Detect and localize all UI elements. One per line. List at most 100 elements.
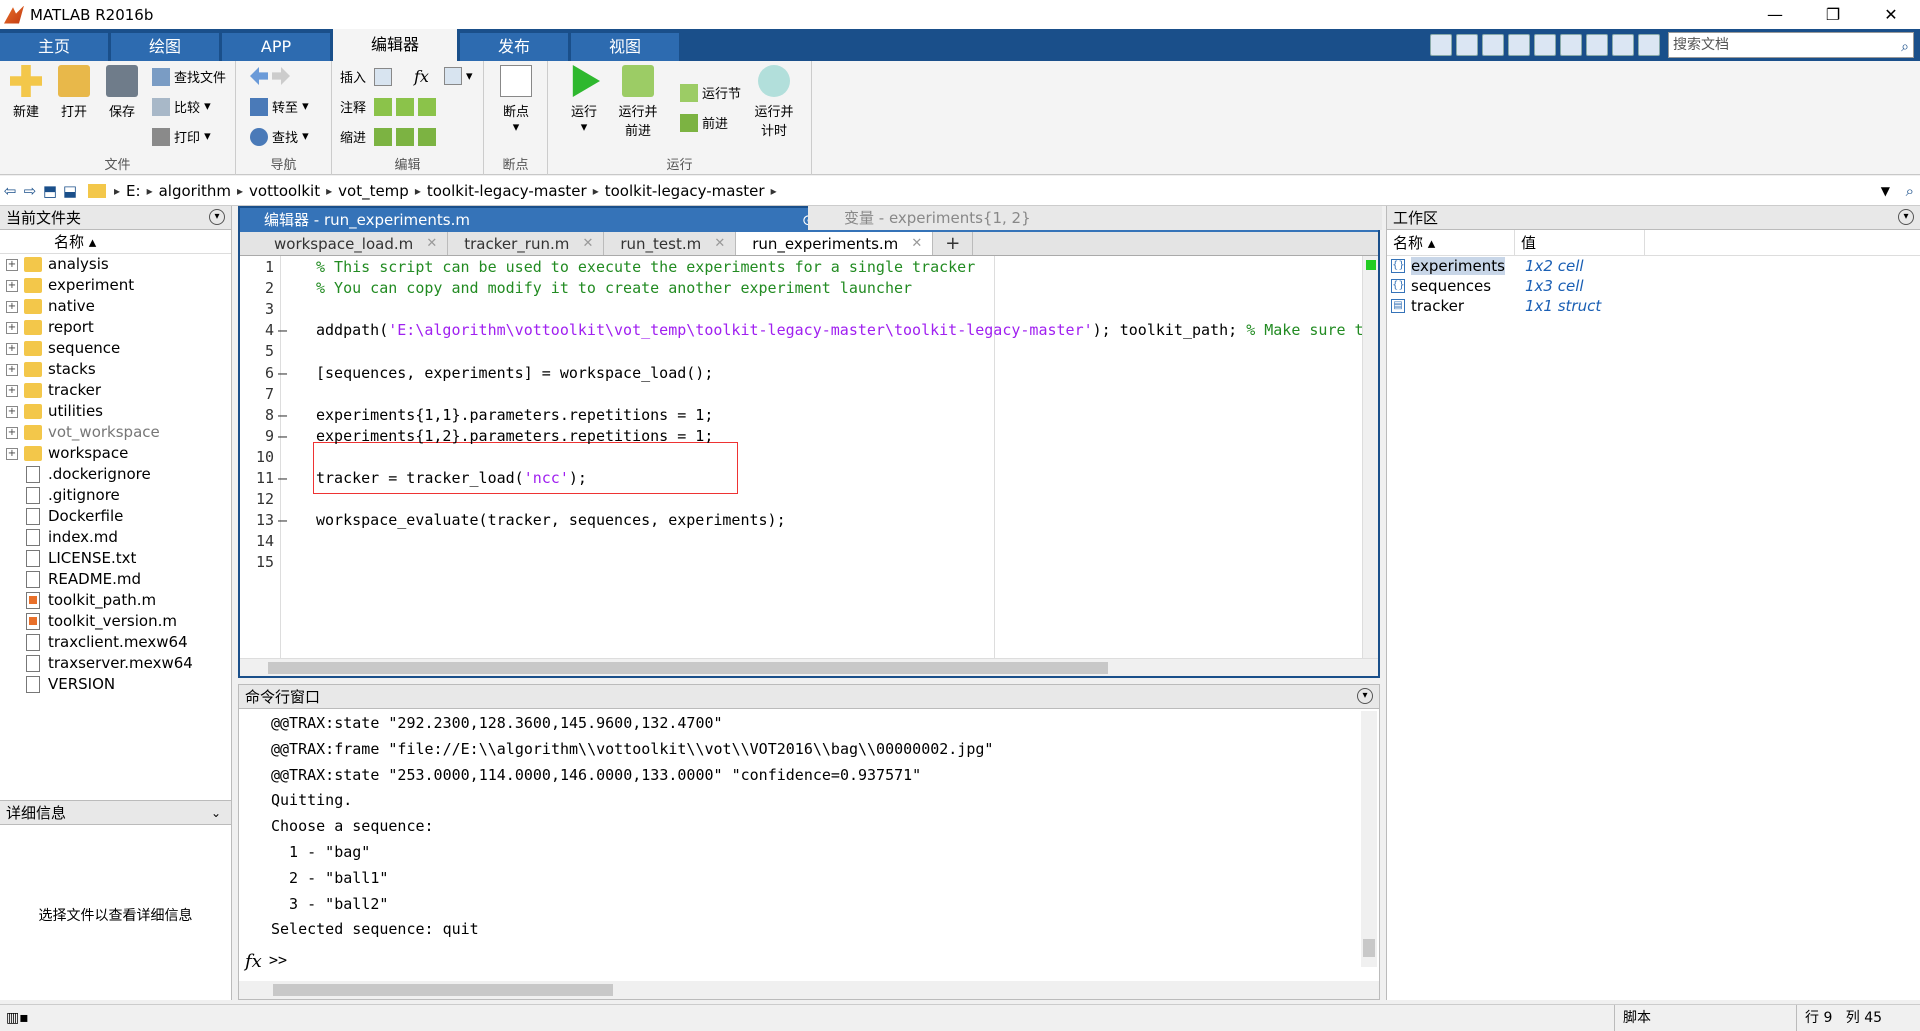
vertical-scrollbar[interactable]: [1362, 256, 1378, 660]
back-icon[interactable]: ⇦: [0, 182, 20, 200]
panel-actions-icon[interactable]: ▾: [1898, 209, 1914, 225]
goto-button[interactable]: 转至 ▾: [250, 97, 309, 116]
save-icon[interactable]: [1456, 34, 1478, 56]
run-section-button[interactable]: 运行节: [680, 83, 741, 102]
cut-icon[interactable]: [1482, 34, 1504, 56]
new-button[interactable]: 新建: [4, 65, 48, 120]
file-list-item[interactable]: toolkit_path.m: [0, 590, 231, 611]
file-list-item[interactable]: + analysis: [0, 254, 231, 275]
tab-plots[interactable]: 绘图: [111, 33, 219, 61]
breakpoint-marker[interactable]: —: [278, 469, 287, 487]
path-segment[interactable]: toolkit-legacy-master: [605, 182, 765, 200]
horizontal-scrollbar[interactable]: [240, 658, 1378, 676]
expand-icon[interactable]: +: [6, 447, 18, 460]
path-segment[interactable]: algorithm: [159, 182, 231, 200]
panel-actions-icon[interactable]: ▾: [209, 209, 225, 225]
file-list-item[interactable]: + experiment: [0, 275, 231, 296]
tab-home[interactable]: 主页: [0, 33, 108, 61]
expand-icon[interactable]: +: [6, 426, 18, 439]
path-dropdown-icon[interactable]: ▼: [1881, 184, 1890, 198]
file-tab-active[interactable]: run_experiments.m ✕: [736, 232, 934, 255]
vertical-scrollbar[interactable]: [1361, 711, 1377, 967]
path-segment[interactable]: E:: [126, 182, 141, 200]
run-button[interactable]: 运行 ▾: [562, 65, 606, 135]
expand-icon[interactable]: +: [6, 321, 18, 334]
browse-folder-icon[interactable]: ⬓: [60, 182, 80, 200]
expand-icon[interactable]: +: [6, 405, 18, 418]
search-icon[interactable]: ⌕: [1901, 35, 1909, 59]
fx-icon[interactable]: fx: [245, 951, 262, 972]
file-list-item[interactable]: toolkit_version.m: [0, 611, 231, 632]
expand-icon[interactable]: +: [6, 258, 18, 271]
find-button[interactable]: 查找 ▾: [250, 127, 309, 146]
compare-button[interactable]: 比较 ▾: [152, 97, 211, 116]
file-list-item[interactable]: VERSION: [0, 674, 231, 695]
code-line[interactable]: % This script can be used to execute the…: [316, 258, 975, 276]
code-line[interactable]: addpath('E:\algorithm\vottoolkit\vot_tem…: [316, 321, 1364, 339]
command-prompt[interactable]: >>: [269, 951, 287, 969]
save-button[interactable]: 保存: [100, 65, 144, 120]
up-folder-icon[interactable]: ⬒: [40, 182, 60, 200]
restore-button[interactable]: ❐: [1804, 0, 1862, 29]
file-list-item[interactable]: + vot_workspace: [0, 422, 231, 443]
panel-actions-icon[interactable]: ▾: [1357, 688, 1373, 704]
code-line[interactable]: [sequences, experiments] = workspace_loa…: [316, 364, 713, 382]
find-files-button[interactable]: 查找文件: [152, 67, 226, 86]
expand-icon[interactable]: +: [6, 363, 18, 376]
redo-icon[interactable]: [1586, 34, 1608, 56]
expand-icon[interactable]: +: [6, 384, 18, 397]
file-list-item[interactable]: + tracker: [0, 380, 231, 401]
file-tab[interactable]: workspace_load.m ✕: [258, 232, 449, 255]
copy-icon[interactable]: [1508, 34, 1530, 56]
name-column-header[interactable]: 名称 ▴: [0, 230, 231, 254]
details-header[interactable]: 详细信息 ⌄: [0, 801, 231, 825]
tab-publish[interactable]: 发布: [460, 33, 568, 61]
tab-apps[interactable]: APP: [222, 33, 330, 61]
code-line[interactable]: experiments{1,1}.parameters.repetitions …: [316, 406, 713, 424]
back-forward-buttons[interactable]: [250, 67, 294, 85]
code-line[interactable]: workspace_evaluate(tracker, sequences, e…: [316, 511, 786, 529]
name-column-header[interactable]: 名称 ▴: [1387, 230, 1515, 255]
fx-button[interactable]: fx: [414, 67, 429, 86]
breakpoint-marker[interactable]: —: [278, 511, 287, 529]
file-list-item[interactable]: + report: [0, 317, 231, 338]
breakpoints-button[interactable]: 断点 ▾: [494, 65, 538, 135]
undo-icon[interactable]: [1560, 34, 1582, 56]
new-tab-button[interactable]: +: [933, 232, 974, 255]
run-and-time-button[interactable]: 运行并 计时: [752, 65, 796, 139]
advance-button[interactable]: 前进: [680, 113, 728, 132]
breakpoint-marker[interactable]: —: [278, 427, 287, 445]
switch-windows-icon[interactable]: [1612, 34, 1634, 56]
minimize-button[interactable]: —: [1746, 0, 1804, 29]
expand-icon[interactable]: +: [6, 342, 18, 355]
insert-button[interactable]: 插入: [340, 67, 396, 86]
code-area[interactable]: 1 % This script can be used to execute th…: [240, 256, 1364, 660]
value-column-header[interactable]: 值: [1515, 230, 1645, 255]
horizontal-scrollbar[interactable]: [239, 981, 1379, 999]
forward-icon[interactable]: ⇨: [20, 182, 40, 200]
file-list-item[interactable]: + workspace: [0, 443, 231, 464]
search-docs-input[interactable]: 搜索文档 ⌕: [1668, 32, 1914, 58]
file-list-item[interactable]: .dockerignore: [0, 464, 231, 485]
code-line[interactable]: % You can copy and modify it to create a…: [316, 279, 912, 297]
help-icon[interactable]: [1638, 34, 1660, 56]
function-hints-button[interactable]: ▾: [444, 67, 473, 85]
file-tab[interactable]: run_test.m ✕: [604, 232, 737, 255]
close-button[interactable]: ✕: [1862, 0, 1920, 29]
workspace-variable-row[interactable]: {} experiments 1x2 cell: [1387, 256, 1920, 276]
expand-icon[interactable]: +: [6, 279, 18, 292]
file-list-item[interactable]: + sequence: [0, 338, 231, 359]
file-list-item[interactable]: + native: [0, 296, 231, 317]
command-window[interactable]: 命令行窗口 ▾ @@TRAX:state "292.2300,128.3600,1…: [238, 684, 1380, 1000]
file-list-item[interactable]: LICENSE.txt: [0, 548, 231, 569]
file-tab[interactable]: tracker_run.m ✕: [448, 232, 605, 255]
file-list-item[interactable]: Dockerfile: [0, 506, 231, 527]
file-list-item[interactable]: .gitignore: [0, 485, 231, 506]
file-list-item[interactable]: + stacks: [0, 359, 231, 380]
search-folder-icon[interactable]: ⌕: [1906, 182, 1914, 200]
comment-button[interactable]: 注释: [340, 97, 440, 116]
open-button[interactable]: 打开: [52, 65, 96, 120]
breakpoint-marker[interactable]: —: [278, 364, 287, 382]
layout-icon[interactable]: [1430, 34, 1452, 56]
breakpoint-marker[interactable]: —: [278, 321, 287, 339]
